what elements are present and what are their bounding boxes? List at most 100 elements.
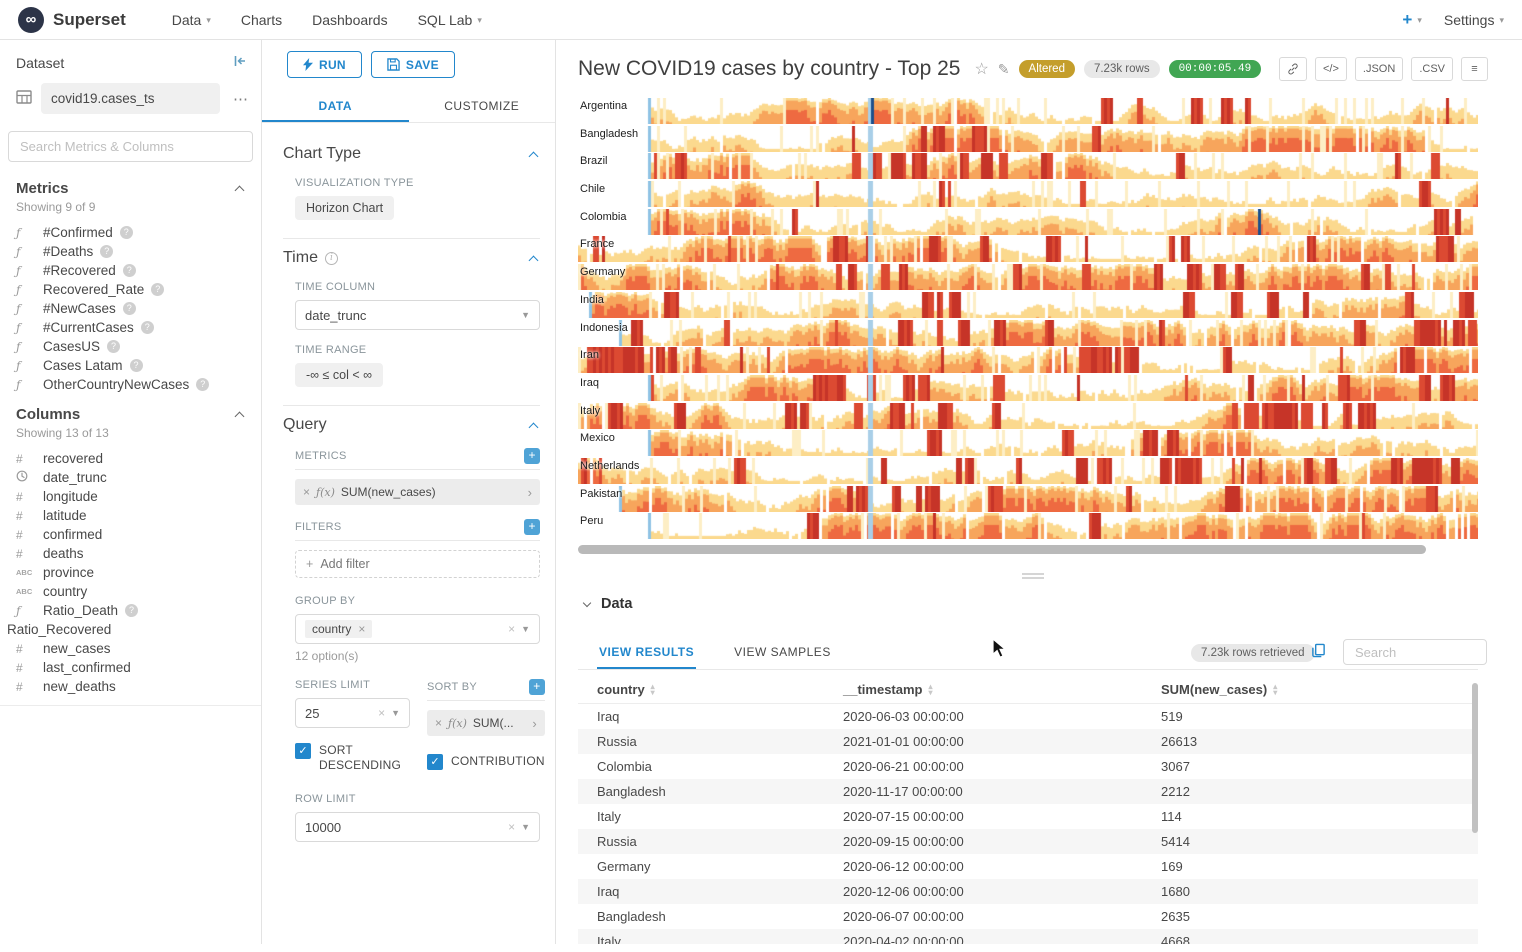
metric-item[interactable]: ƒRecovered_Rate? [0,280,261,299]
horizon-series-row[interactable]: Germany [578,263,1478,291]
horizon-series-row[interactable]: Mexico [578,429,1478,457]
column-item[interactable]: #recovered [0,449,261,468]
chevron-up-icon[interactable] [529,151,539,161]
metric-item[interactable]: ƒCasesUS? [0,337,261,356]
chart-menu-button[interactable]: ≡ [1461,57,1488,81]
column-item[interactable]: #last_confirmed [0,658,261,677]
nav-item-data[interactable]: Data▾ [172,12,211,28]
export-csv-button[interactable]: .CSV [1411,57,1453,81]
chevron-up-icon[interactable] [529,422,539,432]
tab-view-samples[interactable]: VIEW SAMPLES [732,645,833,669]
panel-resize-handle[interactable] [1022,573,1044,579]
tab-customize[interactable]: CUSTOMIZE [409,90,556,122]
contribution-checkbox[interactable]: ✓ [427,754,443,770]
metric-item[interactable]: ƒ#CurrentCases? [0,318,261,337]
horizon-series-row[interactable]: Iraq [578,374,1478,402]
help-icon[interactable]: ? [130,359,143,372]
column-item[interactable]: #confirmed [0,525,261,544]
time-range-value[interactable]: -∞ ≤ col < ∞ [295,363,383,387]
column-item[interactable]: #deaths [0,544,261,563]
horizon-series-row[interactable]: Brazil [578,152,1478,180]
new-item-button[interactable]: + ▾ [1402,10,1421,30]
clear-icon[interactable]: × [508,820,515,834]
tab-view-results[interactable]: VIEW RESULTS [597,645,696,669]
column-header[interactable]: __timestamp▴▾ [824,682,1142,697]
chevron-up-icon[interactable] [235,412,245,422]
metric-item[interactable]: ƒCases Latam? [0,356,261,375]
metric-chip[interactable]: × ƒ(x) SUM(new_cases) › [295,479,540,505]
chevron-up-icon[interactable] [235,186,245,196]
metric-item[interactable]: ƒ#NewCases? [0,299,261,318]
dataset-name[interactable]: covid19.cases_ts [41,83,220,114]
info-icon[interactable]: i [325,252,338,265]
help-icon[interactable]: ? [196,378,209,391]
horizon-series-row[interactable]: Pakistan [578,485,1478,513]
group-by-select[interactable]: country × × ▼ [295,614,540,644]
series-limit-select[interactable]: 25 × ▼ [295,698,410,728]
help-icon[interactable]: ? [141,321,154,334]
add-filter-button[interactable]: + Add filter [295,550,540,578]
help-icon[interactable]: ? [123,264,136,277]
column-item[interactable]: #longitude [0,487,261,506]
column-header[interactable]: country▴▾ [578,682,824,697]
help-icon[interactable]: ? [107,340,120,353]
column-item[interactable]: Ratio_Recovered [0,620,261,639]
settings-menu[interactable]: Settings▾ [1444,12,1504,28]
data-section-toggle[interactable]: Data [584,596,632,612]
sort-by-chip[interactable]: × ƒ(x) SUM(... › [427,710,545,736]
export-json-button[interactable]: .JSON [1355,57,1403,81]
time-column-select[interactable]: date_trunc ▼ [295,300,540,330]
sort-icon[interactable]: ▴▾ [1273,684,1277,696]
superset-brand[interactable]: ∞ Superset [18,7,126,33]
remove-icon[interactable]: × [435,716,442,730]
column-item[interactable]: date_trunc [0,468,261,487]
horizon-series-row[interactable]: Chile [578,180,1478,208]
collapse-panel-icon[interactable] [233,54,247,71]
horizon-series-row[interactable]: Argentina [578,97,1478,125]
horizon-series-row[interactable]: Indonesia [578,319,1478,347]
altered-badge[interactable]: Altered [1019,60,1075,78]
chevron-right-icon[interactable]: › [528,485,532,500]
help-icon[interactable]: ? [151,283,164,296]
column-item[interactable]: #new_cases [0,639,261,658]
group-by-chip[interactable]: country × [305,620,372,638]
copy-data-icon[interactable] [1311,643,1326,663]
tab-data[interactable]: DATA [262,90,409,122]
add-sort-button[interactable]: + [529,679,545,695]
metric-item[interactable]: ƒ#Deaths? [0,242,261,261]
sort-icon[interactable]: ▴▾ [928,684,932,696]
dataset-more-icon[interactable]: ⋯ [229,90,253,108]
share-link-button[interactable] [1279,57,1307,81]
help-icon[interactable]: ? [125,604,138,617]
metric-item[interactable]: ƒ#Confirmed? [0,223,261,242]
clear-icon[interactable]: × [378,706,385,720]
metric-item[interactable]: ƒOtherCountryNewCases? [0,375,261,394]
row-limit-select[interactable]: 10000 × ▼ [295,812,540,842]
nav-item-sqllab[interactable]: SQL Lab▾ [418,12,482,28]
viz-type-value[interactable]: Horizon Chart [295,196,394,220]
nav-item-charts[interactable]: Charts [241,12,282,28]
horizon-series-row[interactable]: Iran [578,346,1478,374]
column-item[interactable]: #latitude [0,506,261,525]
help-icon[interactable]: ? [120,226,133,239]
save-button[interactable]: SAVE [371,51,455,78]
sort-descending-checkbox[interactable]: ✓ [295,743,311,759]
help-icon[interactable]: ? [123,302,136,315]
add-filter-plus-button[interactable]: + [524,519,540,535]
edit-title-icon[interactable]: ✎ [998,61,1010,78]
column-item[interactable]: #new_deaths [0,677,261,696]
favorite-star-icon[interactable]: ☆ [974,59,988,79]
horizon-series-row[interactable]: Italy [578,402,1478,430]
nav-item-dashboards[interactable]: Dashboards [312,12,388,28]
column-item[interactable]: ABCcountry [0,582,261,601]
sort-icon[interactable]: ▴▾ [651,684,655,696]
scrollbar-thumb[interactable] [578,545,1426,554]
chevron-right-icon[interactable]: › [532,716,536,731]
help-icon[interactable]: ? [100,245,113,258]
remove-icon[interactable]: × [358,622,365,636]
results-search-input[interactable] [1343,639,1487,665]
horizon-series-row[interactable]: India [578,291,1478,319]
metric-item[interactable]: ƒ#Recovered? [0,261,261,280]
remove-icon[interactable]: × [303,485,310,499]
column-item[interactable]: ABCprovince [0,563,261,582]
